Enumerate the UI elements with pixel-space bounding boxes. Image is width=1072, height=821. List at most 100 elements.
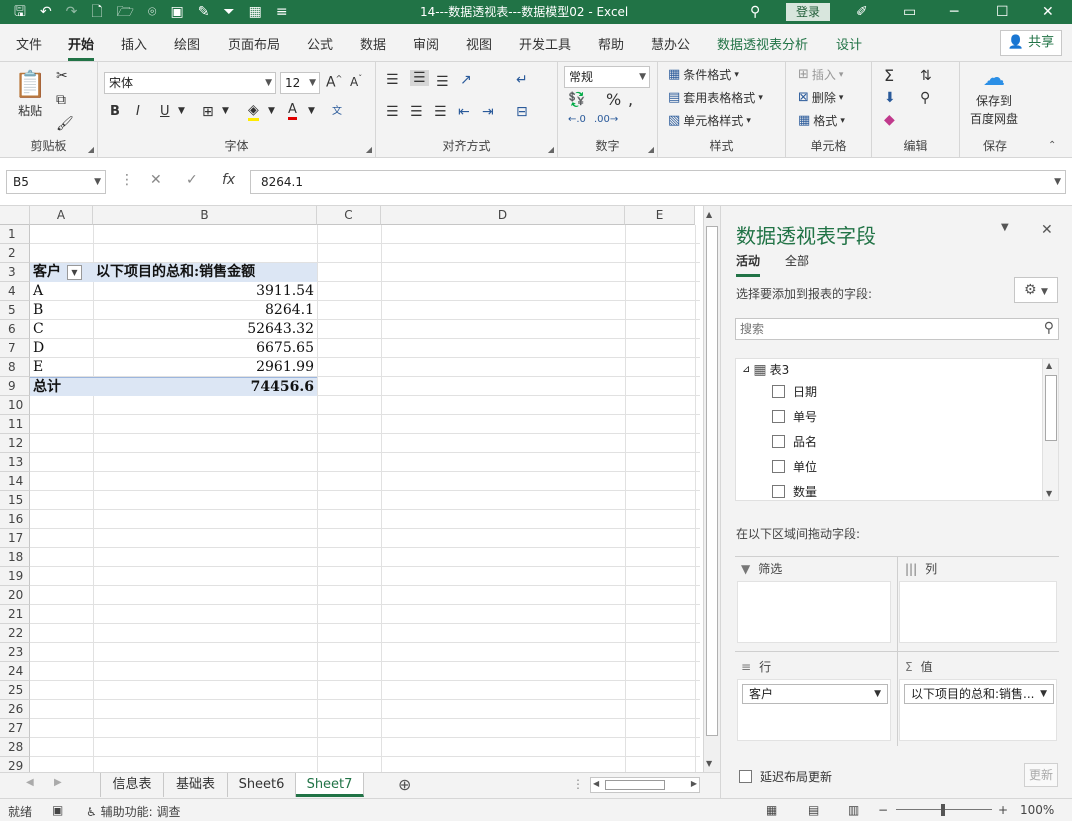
scroll-up-icon[interactable]: ▲ bbox=[1046, 361, 1052, 370]
tab-data[interactable]: 数据 bbox=[360, 34, 386, 53]
format-painter-icon[interactable]: 🖌 bbox=[56, 116, 74, 132]
row-header[interactable]: 29 bbox=[0, 757, 30, 772]
format-painter-icon[interactable]: ✎ bbox=[198, 0, 210, 24]
collapse-ribbon-icon[interactable]: ⌃ bbox=[1048, 140, 1056, 151]
tab-developer[interactable]: 开发工具 bbox=[519, 34, 571, 53]
accounting-format-icon[interactable]: 💱 bbox=[568, 92, 585, 108]
comma-style-icon[interactable]: , bbox=[628, 90, 633, 109]
fill-color-icon[interactable]: ◈ bbox=[248, 102, 259, 121]
row-header[interactable]: 11 bbox=[0, 415, 30, 434]
increase-font-icon[interactable]: A^ bbox=[326, 74, 342, 91]
row-header[interactable]: 28 bbox=[0, 738, 30, 757]
pivot-row-label[interactable]: D bbox=[30, 339, 93, 358]
decrease-font-icon[interactable]: Aˇ bbox=[350, 74, 362, 89]
close-pane-icon[interactable]: ✕ bbox=[1041, 222, 1053, 238]
sheet-tab-sheet6[interactable]: Sheet6 bbox=[228, 773, 296, 797]
normal-view-icon[interactable]: ▦ bbox=[766, 803, 777, 817]
save-to-baidu-button[interactable]: ☁ 保存到 百度网盘 bbox=[970, 66, 1018, 127]
update-button[interactable]: 更新 bbox=[1024, 763, 1058, 787]
columns-drop-area[interactable] bbox=[899, 581, 1057, 643]
row-header[interactable]: 25 bbox=[0, 681, 30, 700]
defer-checkbox[interactable] bbox=[739, 770, 752, 783]
merge-center-icon[interactable]: ⊟ bbox=[516, 104, 528, 120]
field-item[interactable]: 单位 bbox=[772, 458, 817, 475]
field-search[interactable]: ⚲ bbox=[735, 318, 1059, 340]
add-sheet-icon[interactable]: ⊕ bbox=[398, 775, 411, 794]
tab-draw[interactable]: 绘图 bbox=[174, 34, 200, 53]
row-header[interactable]: 21 bbox=[0, 605, 30, 624]
tab-view[interactable]: 视图 bbox=[466, 34, 492, 53]
tab-file[interactable]: 文件 bbox=[16, 34, 42, 53]
rows-drop-area[interactable]: 客户 ▼ bbox=[737, 679, 891, 741]
pivot-row-value[interactable]: 3911.54 bbox=[93, 282, 317, 301]
row-header[interactable]: 8 bbox=[0, 358, 30, 377]
field-checkbox[interactable] bbox=[772, 410, 785, 423]
field-item[interactable]: 日期 bbox=[772, 383, 817, 400]
font-name-select[interactable]: 宋体 ▼ bbox=[104, 72, 276, 94]
column-header-b[interactable]: B bbox=[93, 206, 317, 225]
cell-styles-button[interactable]: ▧ 单元格样式 ▾ bbox=[668, 112, 751, 129]
pivot-value-header[interactable]: 以下项目的总和:销售金额 bbox=[93, 263, 317, 282]
insert-cells-button[interactable]: ⊞ 插入 ▾ bbox=[798, 66, 843, 83]
zoom-in-icon[interactable]: + bbox=[998, 803, 1008, 817]
field-list-scrollbar[interactable]: ▲ ▼ bbox=[1042, 359, 1058, 500]
worksheet-grid[interactable]: A B C D E 1 2 3 4 5 6 7 8 9 10 11 12 13 14 15 16 17 18 19 2… bbox=[0, 206, 720, 772]
vertical-scrollbar[interactable]: ▲ ▼ bbox=[703, 206, 720, 772]
search-icon[interactable]: ⚲ bbox=[750, 0, 760, 24]
camera-icon[interactable]: ⌾ bbox=[148, 0, 156, 24]
row-header[interactable]: 4 bbox=[0, 282, 30, 301]
customize-qa-icon[interactable]: ≡ bbox=[276, 0, 288, 24]
increase-indent-icon[interactable]: ⇥ bbox=[482, 104, 494, 120]
close-icon[interactable]: ✕ bbox=[1042, 0, 1054, 24]
row-header[interactable]: 13 bbox=[0, 453, 30, 472]
row-header[interactable]: 10 bbox=[0, 396, 30, 415]
border-icon[interactable]: ⊞ bbox=[202, 104, 214, 120]
tab-home[interactable]: 开始 bbox=[68, 34, 95, 61]
scroll-down-icon[interactable]: ▼ bbox=[1046, 489, 1052, 498]
pivot-row-value[interactable]: 6675.65 bbox=[93, 339, 317, 358]
values-drop-area[interactable]: 以下项目的总和:销售... ▼ bbox=[899, 679, 1057, 741]
macro-record-icon[interactable]: ▣ bbox=[52, 803, 63, 817]
dialog-launcher-icon[interactable]: ◢ bbox=[88, 145, 94, 154]
column-header-d[interactable]: D bbox=[381, 206, 625, 225]
enter-icon[interactable]: ✓ bbox=[186, 172, 198, 188]
decrease-decimal-icon[interactable]: .00→ bbox=[594, 114, 618, 125]
chevron-down-icon[interactable]: ▼ bbox=[268, 106, 275, 116]
column-header-c[interactable]: C bbox=[317, 206, 381, 225]
chevron-down-icon[interactable]: ▼ bbox=[308, 106, 315, 116]
conditional-format-button[interactable]: ▦ 条件格式 ▾ bbox=[668, 66, 739, 83]
undo-icon[interactable]: ↶ bbox=[40, 0, 52, 24]
number-format-select[interactable]: 常规 ▼ bbox=[564, 66, 650, 88]
new-file-icon[interactable]: 🗋 bbox=[91, 0, 102, 24]
tab-review[interactable]: 审阅 bbox=[413, 34, 439, 53]
dialog-launcher-icon[interactable]: ◢ bbox=[548, 145, 554, 154]
prev-sheet-icon[interactable]: ◀ bbox=[26, 777, 34, 788]
row-header[interactable]: 6 bbox=[0, 320, 30, 339]
accessibility-status[interactable]: ♿ 辅助功能: 调查 bbox=[86, 803, 180, 820]
chevron-down-icon[interactable]: ▼ bbox=[874, 685, 881, 703]
field-item[interactable]: 数量 bbox=[772, 483, 817, 500]
scroll-thumb[interactable] bbox=[1045, 375, 1057, 441]
italic-button[interactable]: I bbox=[136, 104, 140, 119]
zoom-out-icon[interactable]: − bbox=[878, 803, 888, 817]
field-checkbox[interactable] bbox=[772, 385, 785, 398]
row-header[interactable]: 23 bbox=[0, 643, 30, 662]
row-header[interactable]: 16 bbox=[0, 510, 30, 529]
page-layout-icon[interactable]: ▤ bbox=[808, 803, 819, 817]
scroll-thumb[interactable] bbox=[605, 780, 665, 790]
align-center-icon[interactable]: ☰ bbox=[410, 104, 423, 120]
maximize-icon[interactable]: ☐ bbox=[996, 0, 1009, 24]
row-header[interactable]: 14 bbox=[0, 472, 30, 491]
login-button[interactable]: 登录 bbox=[786, 3, 830, 21]
align-right-icon[interactable]: ☰ bbox=[434, 104, 447, 120]
chevron-down-icon[interactable]: ▼ bbox=[1040, 685, 1047, 703]
field-item[interactable]: 单号 bbox=[772, 408, 817, 425]
row-header[interactable]: 7 bbox=[0, 339, 30, 358]
copy-icon[interactable]: ⧉ bbox=[56, 92, 66, 108]
percent-icon[interactable]: % bbox=[606, 90, 621, 109]
dialog-launcher-icon[interactable]: ◢ bbox=[366, 145, 372, 154]
tab-design[interactable]: 设计 bbox=[836, 34, 862, 53]
scroll-thumb[interactable] bbox=[706, 226, 718, 736]
format-cells-button[interactable]: ▦ 格式 ▾ bbox=[798, 112, 845, 129]
wrap-text-icon[interactable]: ↵ bbox=[516, 72, 528, 88]
